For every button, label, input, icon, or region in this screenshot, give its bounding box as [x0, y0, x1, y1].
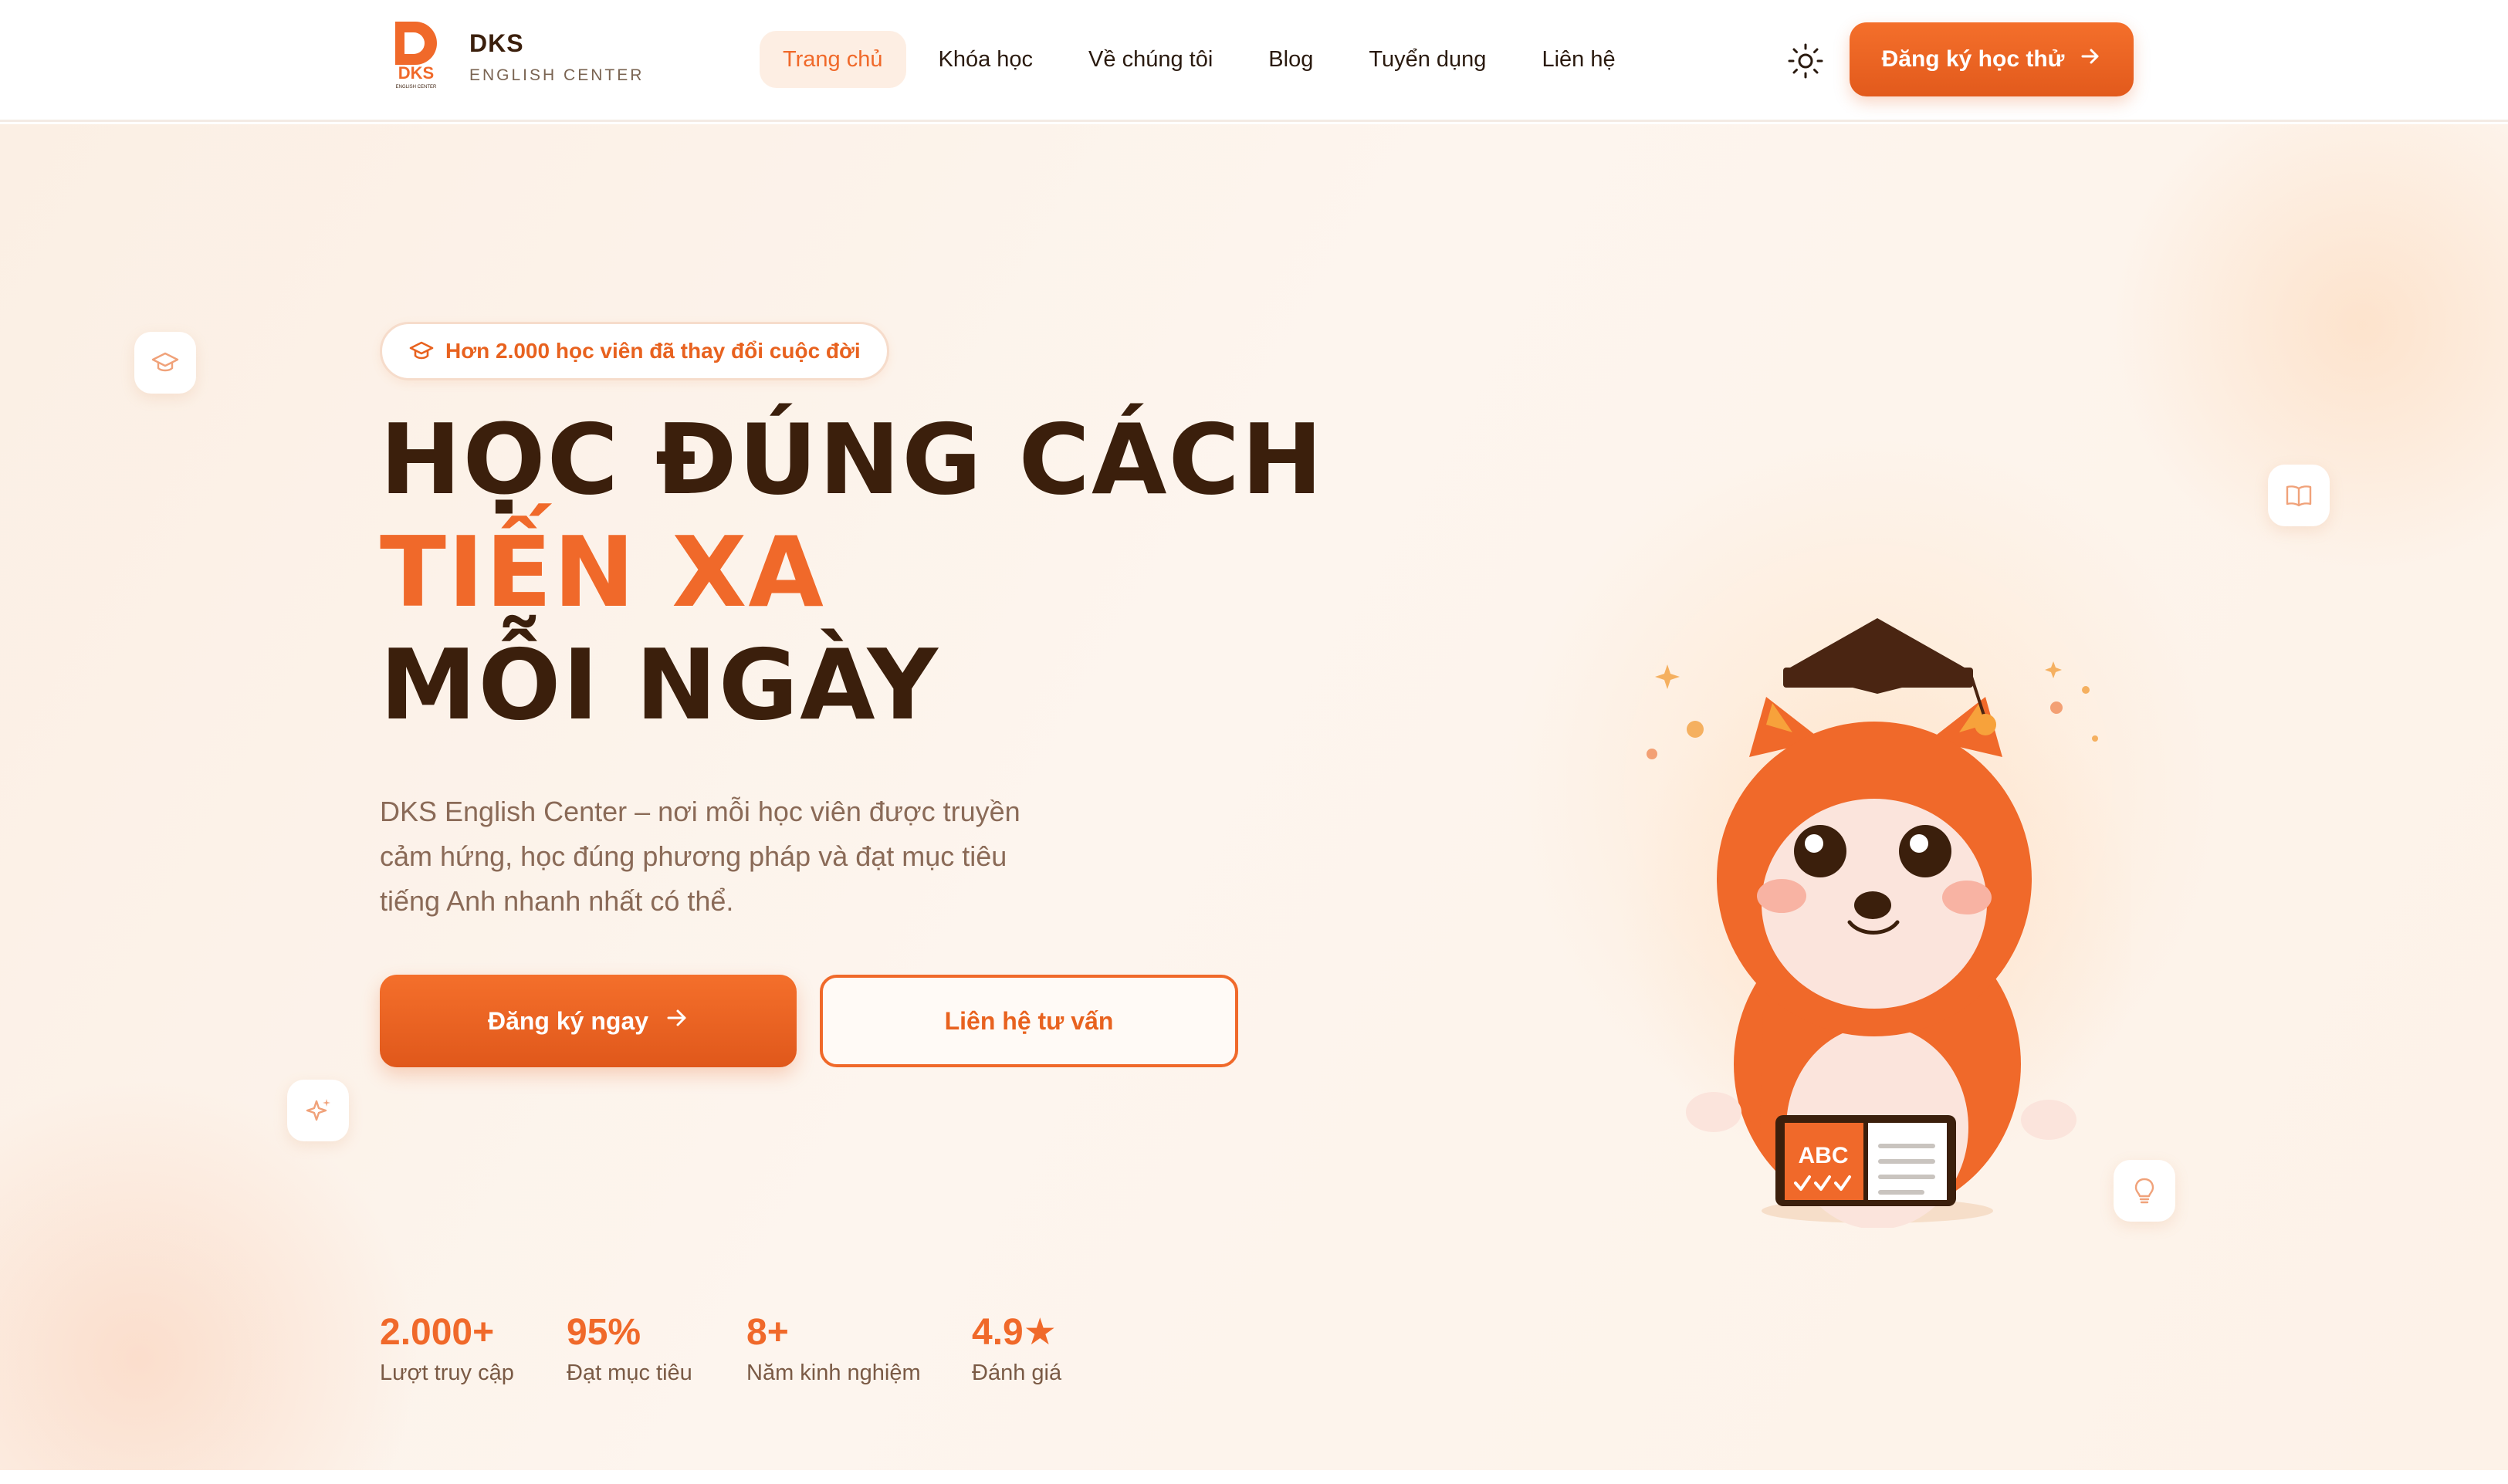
students-badge: Hơn 2.000 học viên đã thay đổi cuộc đời [380, 322, 889, 380]
arrow-right-icon [665, 1006, 689, 1036]
page-bottom-strip [0, 1470, 2508, 1484]
stat-value: 95% [567, 1312, 641, 1353]
stat-goal: 95% Đạt mục tiêu [567, 1311, 692, 1386]
headline-line-1: HỌC ĐÚNG CÁCH [380, 403, 1325, 516]
stat-value: 4.9★ [972, 1312, 1057, 1353]
arrow-right-icon [2080, 46, 2101, 73]
stat-label: Đánh giá [972, 1361, 1062, 1385]
stat-value: 8+ [746, 1312, 789, 1353]
trial-signup-button[interactable]: Đăng ký học thử [1850, 22, 2134, 96]
stat-value: 2.000+ [380, 1312, 495, 1353]
logo-text: DKS [398, 63, 434, 83]
logo-subtext: ENGLISH CENTER [396, 85, 437, 90]
register-now-button[interactable]: Đăng ký ngay [380, 975, 797, 1067]
nav-item-courses[interactable]: Khóa học [916, 31, 1057, 88]
sparkles-icon [287, 1080, 349, 1141]
stat-experience: 8+ Năm kinh nghiệm [746, 1311, 921, 1386]
stat-label: Năm kinh nghiệm [746, 1361, 921, 1385]
headline-line-3: MỖI NGÀY [380, 628, 939, 742]
main-nav: Trang chủ Khóa học Về chúng tôi Blog Tuy… [760, 31, 1648, 88]
fox-mascot-illustration: ABC [1590, 587, 2146, 1229]
nav-item-blog[interactable]: Blog [1245, 31, 1336, 88]
brand-subtitle: ENGLISH CENTER [469, 66, 645, 84]
stat-rating: 4.9★ Đánh giá [972, 1311, 1061, 1386]
nav-item-about[interactable]: Về chúng tôi [1065, 31, 1236, 88]
sun-icon[interactable] [1786, 42, 1825, 80]
book-open-icon [2268, 465, 2330, 526]
nav-item-contact[interactable]: Liên hệ [1518, 31, 1638, 88]
book-label: ABC [1799, 1143, 1849, 1168]
headline-line-2: TIẾN XA [380, 516, 825, 629]
hero-section: Hơn 2.000 học viên đã thay đổi cuộc đời … [0, 124, 2508, 1470]
stat-visits: 2.000+ Lượt truy cập [380, 1311, 514, 1386]
graduation-cap-icon [409, 341, 434, 360]
nav-item-home[interactable]: Trang chủ [760, 31, 906, 88]
site-header: DKS ENGLISH CENTER DKS ENGLISH CENTER Tr… [0, 0, 2508, 122]
hero-headline: HỌC ĐÚNG CÁCH TIẾN XA MỖI NGÀY [380, 404, 1324, 742]
stat-label: Đạt mục tiêu [567, 1361, 692, 1385]
trial-signup-label: Đăng ký học thử [1881, 46, 2065, 72]
graduation-cap-icon [134, 332, 196, 394]
badge-text: Hơn 2.000 học viên đã thay đổi cuộc đời [445, 339, 861, 363]
nav-item-careers[interactable]: Tuyển dụng [1345, 31, 1509, 88]
brand-name: DKS [469, 29, 524, 57]
contact-consult-button[interactable]: Liên hệ tư vấn [820, 975, 1238, 1067]
stat-label: Lượt truy cập [380, 1361, 514, 1385]
logo[interactable]: DKS ENGLISH CENTER [392, 20, 440, 90]
hero-description: DKS English Center – nơi mỗi học viên đư… [380, 796, 1020, 917]
register-now-label: Đăng ký ngay [487, 1006, 649, 1035]
